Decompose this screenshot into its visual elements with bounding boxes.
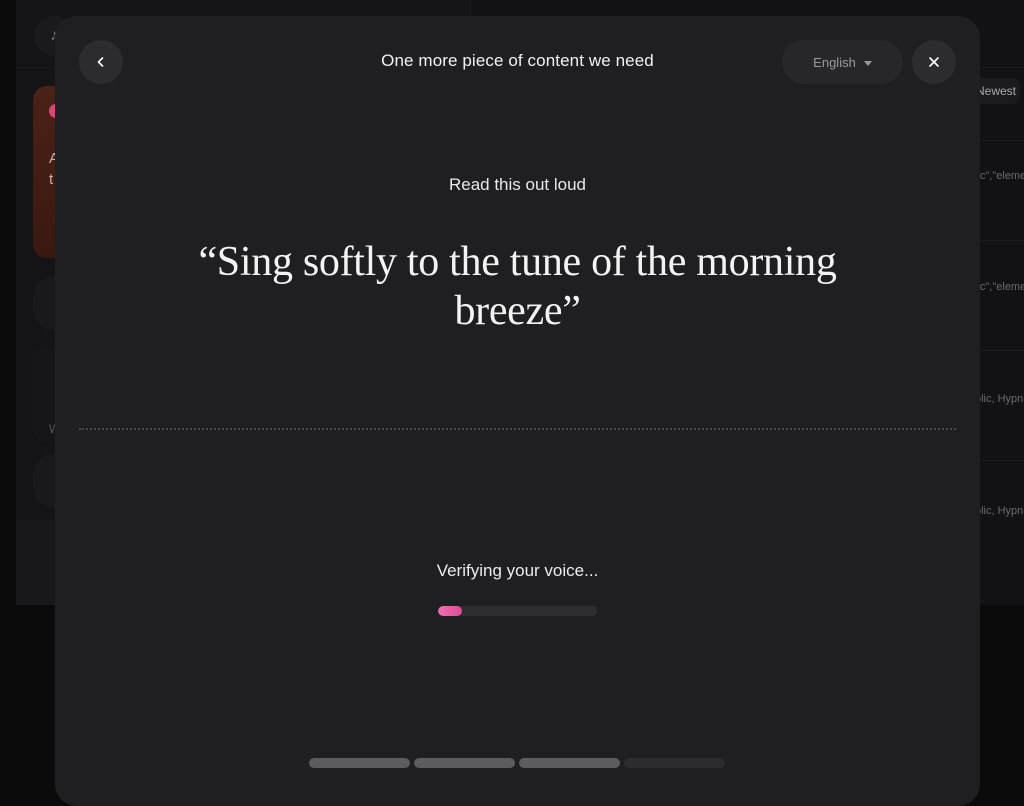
progress-fill: [438, 606, 462, 616]
caret-down-icon: [864, 61, 872, 66]
row-divider: [975, 140, 1024, 141]
step-segment: [309, 758, 410, 768]
verification-progress-bar: [438, 606, 597, 616]
voice-verification-modal: One more piece of content we need Englis…: [55, 16, 980, 806]
row-divider: [975, 350, 1024, 351]
close-icon: [928, 56, 940, 68]
instruction-text: Read this out loud: [55, 175, 980, 195]
close-button[interactable]: [912, 40, 956, 84]
row-snippet: olic, Hypn: [975, 393, 1023, 405]
step-segment: [624, 758, 725, 768]
prompt-quote: “Sing softly to the tune of the morning …: [175, 238, 860, 336]
row-snippet: olic, Hypn: [975, 505, 1023, 517]
step-indicator: [309, 758, 725, 768]
step-segment: [519, 758, 620, 768]
language-select-value: English: [813, 55, 856, 70]
step-segment: [414, 758, 515, 768]
status-text: Verifying your voice...: [55, 561, 980, 581]
row-snippet: lic","eleme: [975, 281, 1024, 293]
row-snippet: lic","eleme: [975, 170, 1024, 182]
dotted-divider: [79, 428, 956, 430]
row-divider: [975, 240, 1024, 241]
language-select[interactable]: English: [782, 40, 903, 84]
row-divider: [975, 460, 1024, 461]
